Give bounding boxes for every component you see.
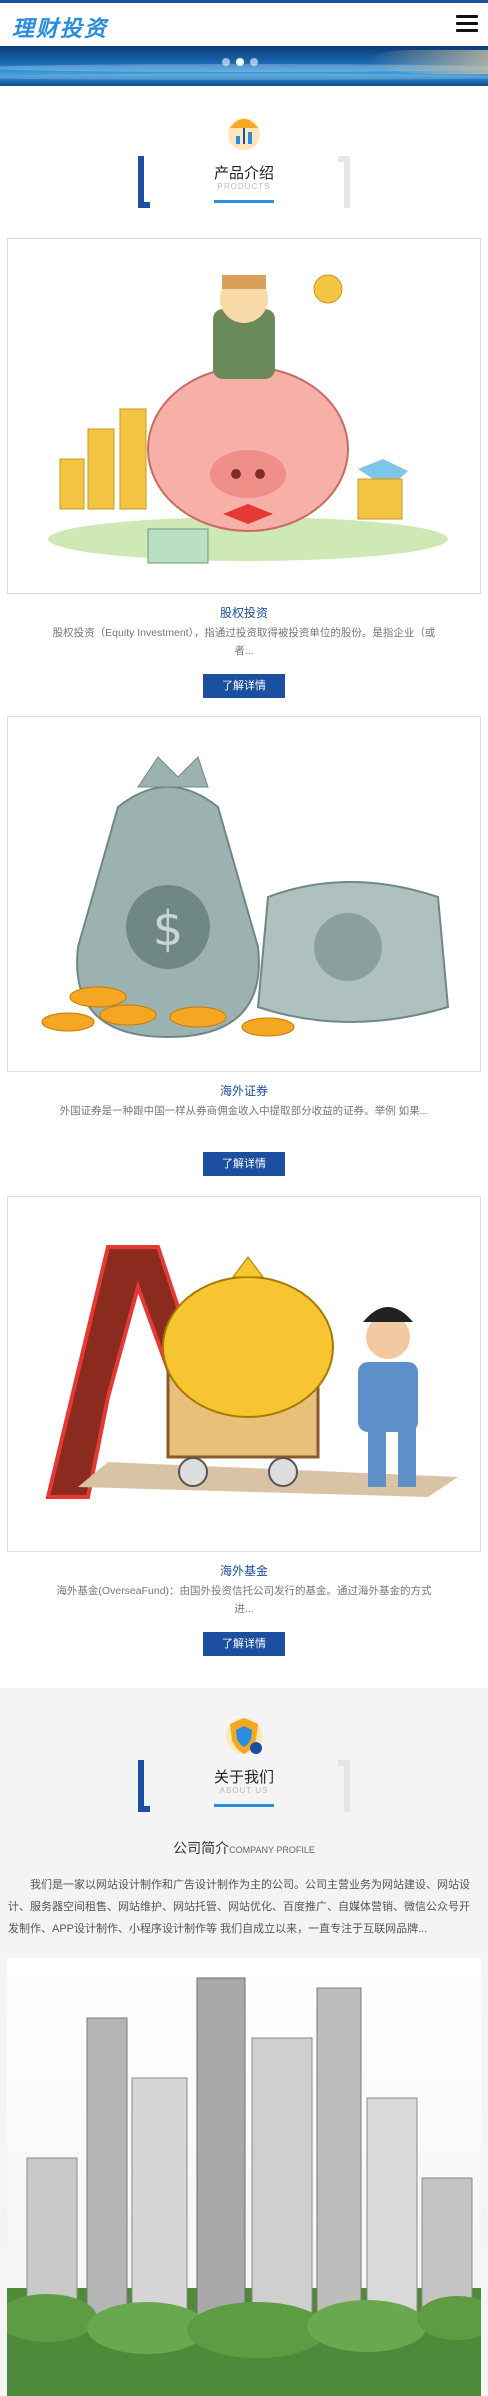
shield-icon: [226, 1718, 262, 1754]
section-subtitle: PRODUCTS: [217, 182, 271, 191]
learn-more-button[interactable]: 了解详情: [203, 674, 285, 698]
learn-more-button[interactable]: 了解详情: [203, 1632, 285, 1656]
money-bag-illustration: $: [41, 756, 450, 1039]
hamburger-menu-icon[interactable]: [456, 15, 478, 33]
section-title: 关于我们: [213, 1769, 274, 1786]
umbrella-chart-icon: [228, 118, 260, 150]
product-title[interactable]: 海外基金: [0, 1562, 488, 1579]
product-image-equity[interactable]: [7, 238, 481, 594]
products-heading: 产品介绍 PRODUCTS: [0, 104, 488, 224]
banner-dot[interactable]: [222, 58, 230, 66]
product-description: 外国证券是一种跟中国一样从券商佣金收入中提取部分收益的证券。举例 如果...: [59, 1105, 429, 1117]
city-skyline-image[interactable]: [7, 1958, 481, 2396]
company-profile-heading: 公司简介COMPANY PROFILE: [0, 1838, 488, 1858]
product-title[interactable]: 海外证券: [0, 1082, 488, 1099]
banner-pagination: [222, 58, 258, 66]
company-profile-title: 公司简介: [173, 1840, 230, 1856]
product-description: 股权投资（Equity Investment），指通过投资取得被投资单位的股份。…: [52, 627, 436, 657]
letter-a-money-cart-illustration: [45, 1245, 458, 1499]
skyscrapers-illustration: [7, 1977, 481, 2396]
site-logo[interactable]: 理财投资: [12, 11, 108, 43]
banner-dot[interactable]: [250, 58, 258, 66]
product-title[interactable]: 股权投资: [0, 604, 488, 621]
site-header: 理财投资: [0, 0, 488, 46]
banner-dot-active[interactable]: [236, 58, 244, 66]
product-image-overseas-fund[interactable]: [7, 1196, 481, 1552]
product-image-overseas-securities[interactable]: $: [7, 716, 481, 1072]
piggy-bank-illustration: [48, 274, 448, 564]
product-description: 海外基金(OverseaFund)：由国外投资信托公司发行的基金。通过海外基金的…: [56, 1585, 432, 1615]
svg-text:$: $: [153, 901, 184, 957]
section-subtitle: ABOUT US: [219, 1786, 269, 1795]
company-profile-text: 我们是一家以网站设计制作和广告设计制作为主的公司。公司主营业务为网站建设、网站设…: [8, 1879, 470, 1935]
about-heading: 关于我们 ABOUT US: [0, 1708, 488, 1828]
hero-banner[interactable]: [0, 46, 488, 86]
section-title: 产品介绍: [213, 165, 274, 182]
company-profile-subtitle: COMPANY PROFILE: [229, 1845, 315, 1855]
learn-more-button[interactable]: 了解详情: [203, 1152, 285, 1176]
